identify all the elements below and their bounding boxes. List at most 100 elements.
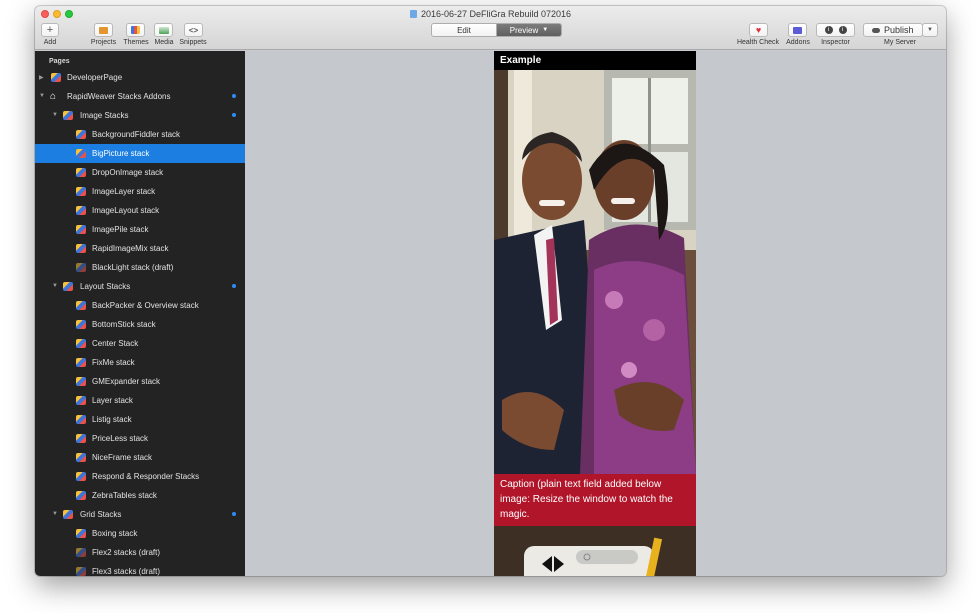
disclosure-expanded-icon[interactable]: ▼ [52,283,58,289]
stacks-page-icon [76,339,86,348]
stacks-page-icon [76,206,86,215]
portrait-photo-image [494,70,696,474]
change-indicator-dot [232,94,236,98]
page-preview[interactable]: Example Caption (plain text field added … [494,51,696,576]
sidebar-item-niceframe[interactable]: NiceFrame stack [35,448,245,467]
sidebar-item-imagelayer[interactable]: ImageLayer stack [35,182,245,201]
snippets-button[interactable]: <> [184,23,203,37]
publish-menu-button[interactable]: ▼ [922,23,938,37]
projects-icon [99,26,108,34]
stacks-page-draft-icon [76,548,86,557]
addons-label: Addons [786,39,810,46]
sidebar-item-flex2-draft[interactable]: Flex2 stacks (draft) [35,543,245,562]
stacks-page-icon [51,73,61,82]
preview-mode-button[interactable]: Preview ▼ [497,24,561,36]
stacks-page-draft-icon [76,263,86,272]
stacks-page-icon [76,225,86,234]
heart-icon: ♥ [755,25,762,35]
stacks-page-icon [76,434,86,443]
disclosure-expanded-icon[interactable]: ▼ [39,93,45,99]
edit-preview-segmented-control: Edit Preview ▼ [431,23,562,37]
disclosure-expanded-icon[interactable]: ▼ [52,112,58,118]
stacks-page-icon [76,149,86,158]
health-check-button[interactable]: ♥ [749,23,768,37]
sidebar-item-priceless[interactable]: PriceLess stack [35,429,245,448]
code-brackets-icon: <> [188,25,199,35]
stacks-page-icon [76,320,86,329]
stacks-page-icon [76,301,86,310]
stacks-page-icon [76,491,86,500]
stacks-page-icon [76,529,86,538]
stacks-page-icon [76,168,86,177]
stacks-page-icon [76,453,86,462]
themes-label: Themes [123,39,149,46]
stacks-page-icon [76,415,86,424]
sidebar-item-respond-responder[interactable]: Respond & Responder Stacks [35,467,245,486]
preview-heading: Example [494,51,696,70]
cloud-icon [872,27,880,33]
stacks-page-icon [63,510,73,519]
sidebar-item-bottomstick[interactable]: BottomStick stack [35,315,245,334]
window-title: 2016-06-27 DeFliGra Rebuild 072016 [35,9,946,19]
add-label: Add [43,39,57,46]
sidebar-item-listig[interactable]: Listig stack [35,410,245,429]
publish-button[interactable]: Publish [863,23,923,37]
sidebar-item-blacklight-draft[interactable]: BlackLight stack (draft) [35,258,245,277]
stacks-page-icon [76,187,86,196]
sidebar-item-bigpicture[interactable]: BigPicture stack [35,144,245,163]
stacks-page-icon [76,472,86,481]
themes-button[interactable] [126,23,145,37]
stacks-page-icon [76,377,86,386]
stacks-page-icon [76,358,86,367]
sidebar-item-droponimage[interactable]: DropOnImage stack [35,163,245,182]
sidebar-item-backpacker[interactable]: BackPacker & Overview stack [35,296,245,315]
sidebar-item-fixme[interactable]: FixMe stack [35,353,245,372]
sidebar-item-rapidimagemix[interactable]: RapidImageMix stack [35,239,245,258]
stacks-page-icon [63,111,73,120]
themes-icon [131,26,140,34]
add-button[interactable]: + [41,23,59,37]
info-icon: i [838,26,847,34]
media-label: Media [154,39,174,46]
disclosure-collapsed-icon[interactable]: ▶ [39,74,44,81]
sidebar-item-boxing[interactable]: Boxing stack [35,524,245,543]
sidebar-item-zebratables[interactable]: ZebraTables stack [35,486,245,505]
sidebar-item-flex3-draft[interactable]: Flex3 stacks (draft) [35,562,245,576]
preview-canvas: Example Caption (plain text field added … [245,51,946,576]
change-indicator-dot [232,113,236,117]
media-icon [158,26,169,34]
sidebar-item-image-stacks[interactable]: ▼ Image Stacks [35,106,245,125]
sidebar-item-layer[interactable]: Layer stack [35,391,245,410]
info-icon: i [824,26,833,34]
change-indicator-dot [232,284,236,288]
stacks-page-icon [63,282,73,291]
projects-label: Projects [90,39,117,46]
sidebar-item-imagelayout[interactable]: ImageLayout stack [35,201,245,220]
server-label: My Server [884,39,916,46]
next-section-preview [494,526,696,576]
stacks-page-icon [76,396,86,405]
projects-button[interactable] [94,23,113,37]
preview-photo [494,70,696,474]
sidebar-item-backgroundfiddler[interactable]: BackgroundFiddler stack [35,125,245,144]
sidebar-item-developerpage[interactable]: ▶ DeveloperPage [35,68,245,87]
sidebar-item-rapidweaver-stacks-addons[interactable]: ▼ ⌂ RapidWeaver Stacks Addons [35,87,245,106]
inspector-button[interactable]: i i [816,23,855,37]
preview-caption: Caption (plain text field added below im… [494,474,696,526]
sidebar-item-imagepile[interactable]: ImagePile stack [35,220,245,239]
pages-sidebar: Pages ▶ DeveloperPage ▼ ⌂ RapidWeaver St… [35,51,245,576]
home-icon: ⌂ [50,91,57,102]
disclosure-expanded-icon[interactable]: ▼ [52,511,58,517]
sidebar-item-layout-stacks[interactable]: ▼ Layout Stacks [35,277,245,296]
media-button[interactable] [154,23,173,37]
addons-icon [793,26,802,34]
stacks-logo-image [494,526,696,576]
sidebar-item-gmexpander[interactable]: GMExpander stack [35,372,245,391]
addons-button[interactable] [788,23,807,37]
snippets-label: Snippets [179,39,207,46]
edit-mode-button[interactable]: Edit [432,24,497,36]
sidebar-item-grid-stacks[interactable]: ▼ Grid Stacks [35,505,245,524]
sidebar-item-center-stack[interactable]: Center Stack [35,334,245,353]
pages-header: Pages [49,58,70,65]
plus-icon: + [46,23,54,36]
